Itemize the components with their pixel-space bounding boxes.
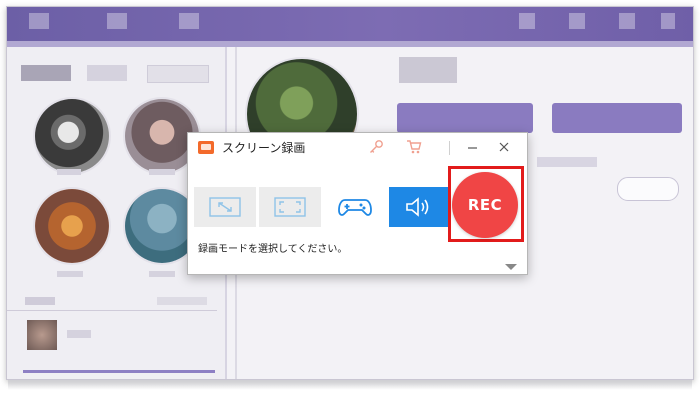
titlebar-separator	[449, 141, 450, 155]
background-header-icon	[179, 13, 199, 29]
region-mode-button[interactable]	[194, 187, 256, 227]
background-caption	[149, 169, 175, 175]
background-pill	[617, 177, 679, 201]
background-tab	[147, 65, 209, 83]
close-icon[interactable]	[495, 138, 513, 156]
background-avatar	[35, 189, 109, 263]
background-app-header	[7, 7, 693, 41]
rec-label: REC	[467, 196, 503, 214]
background-caption	[67, 330, 91, 338]
region-select-icon	[209, 197, 241, 217]
background-section-label	[157, 297, 207, 305]
key-icon[interactable]	[367, 138, 385, 156]
background-header-icon	[107, 13, 127, 29]
fullscreen-icon	[274, 197, 306, 217]
background-label	[537, 157, 597, 167]
background-profile-name	[399, 57, 457, 83]
background-avatar-small	[27, 320, 57, 350]
fullscreen-mode-button[interactable]	[259, 187, 321, 227]
background-header-icon	[661, 13, 675, 29]
background-avatar	[35, 99, 109, 173]
audio-mode-button[interactable]	[389, 187, 449, 227]
background-action-button	[552, 103, 682, 133]
background-section-label	[25, 297, 55, 305]
status-message: 録画モードを選択してください。	[198, 244, 348, 255]
game-mode-button[interactable]	[324, 187, 386, 227]
chevron-down-icon[interactable]	[505, 263, 517, 271]
background-tab	[21, 65, 71, 81]
background-header-icon	[29, 13, 49, 29]
background-caption	[149, 271, 175, 277]
cart-icon[interactable]	[405, 138, 423, 156]
rec-button[interactable]: REC	[452, 172, 518, 238]
dialog-titlebar[interactable]: スクリーン録画	[188, 133, 527, 161]
gamepad-icon	[338, 199, 372, 216]
background-caption	[57, 169, 81, 175]
dialog-title: スクリーン録画	[222, 141, 306, 155]
background-tab	[87, 65, 127, 81]
window-shadow	[8, 380, 692, 390]
background-progress-line	[23, 370, 215, 373]
screen-recorder-logo-icon	[198, 141, 214, 154]
background-action-button	[397, 103, 533, 133]
speaker-icon	[406, 197, 429, 217]
minimize-icon[interactable]	[464, 138, 482, 156]
background-header-icon	[619, 13, 635, 29]
background-header-icon	[569, 13, 585, 29]
background-divider	[7, 310, 217, 311]
background-header-icon	[519, 13, 535, 29]
background-caption	[57, 271, 83, 277]
